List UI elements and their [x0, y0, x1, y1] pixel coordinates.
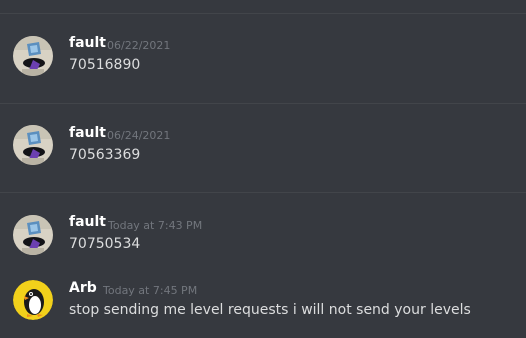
message-timestamp: Today at 7:45 PM	[103, 284, 198, 297]
message-divider	[0, 192, 526, 193]
message-author[interactable]: fault	[69, 214, 106, 230]
user-avatar-icon[interactable]	[13, 280, 53, 320]
message-content: 70750534	[69, 236, 141, 252]
message-content: stop sending me level requests i will no…	[69, 302, 471, 318]
chat-message-list: fault 06/22/2021 70516890 fault 06/24/20…	[0, 0, 526, 338]
message-author[interactable]: fault	[69, 125, 106, 141]
user-avatar-icon[interactable]	[13, 36, 53, 76]
message-timestamp: 06/24/2021	[107, 129, 171, 142]
message-author[interactable]: fault	[69, 35, 106, 51]
user-avatar-icon[interactable]	[13, 215, 53, 255]
message-divider	[0, 103, 526, 104]
message-divider	[0, 13, 526, 14]
user-avatar-icon[interactable]	[13, 125, 53, 165]
message-timestamp: Today at 7:43 PM	[108, 219, 203, 232]
message-timestamp: 06/22/2021	[107, 39, 171, 52]
message-author[interactable]: Arb	[69, 280, 97, 296]
message-content: 70563369	[69, 147, 141, 163]
message-content: 70516890	[69, 57, 141, 73]
